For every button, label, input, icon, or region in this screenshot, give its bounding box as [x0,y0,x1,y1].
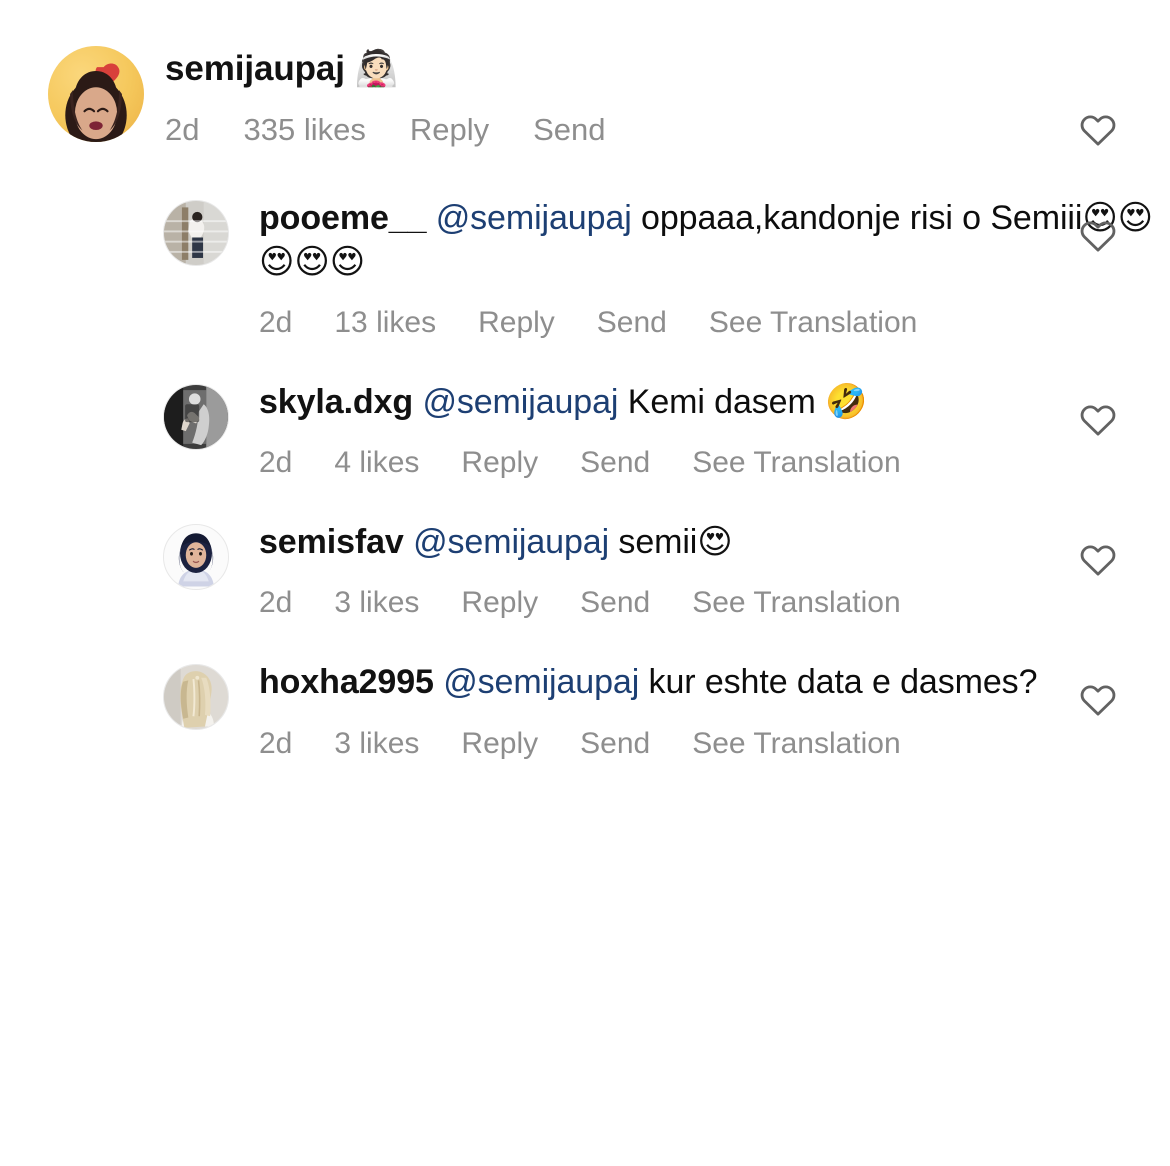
avatar[interactable] [163,199,229,266]
send-button[interactable]: Send [580,727,650,761]
comment-username[interactable]: semijaupaj [165,49,345,88]
avatar-image [164,665,228,730]
avatar[interactable] [163,664,229,731]
reply-button[interactable]: Reply [461,586,538,620]
comment-mention[interactable]: @semijaupaj [413,523,609,561]
comment-item: skyla.dxg @semijaupaj Kemi dasem 🤣 2d 4 … [0,378,1170,480]
comment-message: kur eshte data e dasmes? [648,663,1038,702]
comment-text: skyla.dxg @semijaupaj Kemi dasem 🤣 [259,380,1170,424]
comment-likes-count[interactable]: 4 likes [334,446,419,480]
see-translation-button[interactable]: See Translation [709,306,917,340]
comment-meta: 2d 13 likes Reply Send See Translation [259,306,1170,340]
comment-meta: 2d 3 likes Reply Send See Translation [259,586,1170,620]
like-button[interactable] [1078,216,1118,256]
comment-likes-count[interactable]: 335 likes [243,112,365,148]
heart-outline-icon [1080,545,1116,576]
comment-emoji: 😍 [697,522,733,563]
avatar-image [48,46,144,142]
comment-emoji: 🤣 [825,382,868,423]
heart-outline-icon [1080,115,1116,146]
comments-list: semijaupaj 👰🏻 2d 335 likes Reply Send po… [0,0,1170,1166]
comment-timestamp: 2d [259,726,293,760]
comment-likes-count[interactable]: 3 likes [334,727,419,761]
comment-item: semijaupaj 👰🏻 2d 335 likes Reply Send [0,42,1170,148]
send-button[interactable]: Send [597,306,667,340]
avatar-image [164,200,228,265]
heart-outline-icon [1080,685,1116,717]
comment-meta: 2d 335 likes Reply Send [165,112,1170,148]
comment-item: semisfav @semijaupaj semii😍 2d 3 likes R… [0,518,1170,620]
see-translation-button[interactable]: See Translation [692,446,900,480]
heart-outline-icon [1080,405,1116,436]
comment-text: semisfav @semijaupaj semii😍 [259,520,1170,564]
comment-text: hoxha2995 @semijaupaj kur eshte data e d… [259,660,1170,704]
comment-text: semijaupaj 👰🏻 [165,48,1170,91]
comment-emoji: 👰🏻 [354,49,399,89]
heart-outline-icon [1080,221,1116,252]
send-button[interactable]: Send [580,586,650,620]
comment-body: semijaupaj 👰🏻 2d 335 likes Reply Send [144,42,1170,148]
avatar-image [164,385,228,450]
comment-body: pooeme__ @semijaupaj oppaaa,kandonje ris… [229,194,1170,340]
comment-body: skyla.dxg @semijaupaj Kemi dasem 🤣 2d 4 … [229,378,1170,480]
like-button[interactable] [1078,110,1118,150]
like-button[interactable] [1078,540,1118,580]
reply-button[interactable]: Reply [410,112,489,148]
send-button[interactable]: Send [580,446,650,480]
comment-username[interactable]: skyla.dxg [259,383,413,421]
reply-button[interactable]: Reply [478,306,555,340]
comment-mention[interactable]: @semijaupaj [436,199,632,237]
comment-likes-count[interactable]: 3 likes [334,586,419,620]
comment-username[interactable]: hoxha2995 [259,663,434,701]
comment-timestamp: 2d [259,446,293,480]
comment-meta: 2d 4 likes Reply Send See Translation [259,446,1170,480]
reply-button[interactable]: Reply [461,727,538,761]
comment-meta: 2d 3 likes Reply Send See Translation [259,727,1170,761]
avatar[interactable] [163,524,229,591]
send-button[interactable]: Send [533,112,605,148]
comment-likes-count[interactable]: 13 likes [334,306,436,340]
avatar-image [164,525,228,590]
comment-body: semisfav @semijaupaj semii😍 2d 3 likes R… [229,518,1170,620]
like-button[interactable] [1078,680,1118,720]
like-button[interactable] [1078,400,1118,440]
comment-message: oppaaa,kandonje risi o Semiii [641,198,1083,237]
avatar[interactable] [163,384,229,451]
comment-item: hoxha2995 @semijaupaj kur eshte data e d… [0,658,1170,760]
see-translation-button[interactable]: See Translation [692,727,900,761]
comment-item: pooeme__ @semijaupaj oppaaa,kandonje ris… [0,194,1170,340]
see-translation-button[interactable]: See Translation [692,586,900,620]
comment-mention[interactable]: @semijaupaj [443,663,639,701]
reply-button[interactable]: Reply [461,446,538,480]
comment-message: Kemi dasem [627,383,816,422]
comment-timestamp: 2d [165,111,200,147]
comment-text: pooeme__ @semijaupaj oppaaa,kandonje ris… [259,196,1170,284]
comment-body: hoxha2995 @semijaupaj kur eshte data e d… [229,658,1170,760]
comment-mention[interactable]: @semijaupaj [422,383,618,421]
comment-message: semii [618,523,698,562]
avatar[interactable] [48,46,144,142]
comment-username[interactable]: pooeme__ [259,199,426,237]
comment-timestamp: 2d [259,306,293,340]
comment-timestamp: 2d [259,586,293,620]
comment-username[interactable]: semisfav [259,523,404,561]
